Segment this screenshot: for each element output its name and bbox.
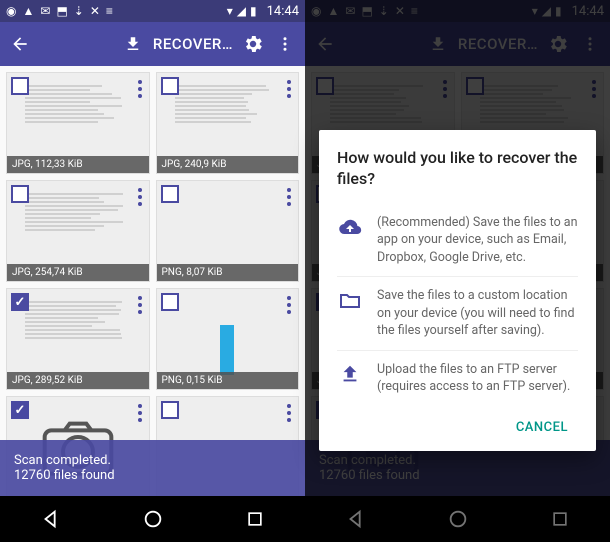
thumbnail-tile[interactable]: JPG, 254,74 KiB xyxy=(6,180,150,282)
notif-icon: ◉ xyxy=(6,4,16,18)
select-checkbox[interactable] xyxy=(11,185,29,203)
select-checkbox[interactable] xyxy=(161,401,179,419)
clock: 14:44 xyxy=(267,4,299,19)
tile-overflow-icon[interactable] xyxy=(135,293,145,317)
nav-home-button[interactable] xyxy=(142,508,164,530)
option-text: Save the files to a custom location on y… xyxy=(377,287,578,340)
select-checkbox[interactable] xyxy=(161,77,179,95)
screen-dialog: ◉ ▲ ✉ ⬒ ⇣ ✕ ≡ ▾ ◢ ▮ 14:44 RECOVER… JPG, … xyxy=(305,0,610,542)
nav-bar xyxy=(0,496,305,542)
file-info-label: JPG, 289,52 KiB xyxy=(7,372,149,389)
recover-dialog: How would you like to recover the files?… xyxy=(319,130,596,451)
thumbnail-tile[interactable]: JPG, 112,33 KiB xyxy=(6,72,150,174)
file-info-label: PNG, 0,15 KiB xyxy=(157,372,299,389)
cancel-button[interactable]: CANCEL xyxy=(506,412,578,443)
option-save-custom[interactable]: Save the files to a custom location on y… xyxy=(337,276,578,350)
wifi-icon: ▾ xyxy=(227,4,233,18)
select-checkbox[interactable] xyxy=(161,293,179,311)
thumbnail-tile[interactable]: PNG, 8,07 KiB xyxy=(156,180,300,282)
tile-overflow-icon[interactable] xyxy=(135,401,145,425)
thumbnail-grid: JPG, 112,33 KiB JPG, 240,9 KiB JPG, 254,74… xyxy=(0,66,305,496)
status-bar: ◉ ▲ ✉ ⬒ ⇣ ✕ ≡ ▾ ◢ ▮ 14:44 xyxy=(0,0,305,22)
recover-button-label[interactable]: RECOVER… xyxy=(153,35,233,53)
tile-overflow-icon[interactable] xyxy=(135,77,145,101)
scan-status-line2: 12760 files found xyxy=(14,468,291,483)
option-save-to-app[interactable]: (Recommended) Save the files to an app o… xyxy=(337,204,578,277)
select-checkbox[interactable] xyxy=(11,77,29,95)
status-footer: Scan completed. 12760 files found xyxy=(0,440,305,496)
select-checkbox[interactable] xyxy=(161,185,179,203)
scan-status-line1: Scan completed. xyxy=(14,453,291,468)
file-info-label: JPG, 254,74 KiB xyxy=(7,264,149,281)
settings-button[interactable] xyxy=(241,32,265,56)
notif-icon: ✕ xyxy=(90,4,100,18)
upload-icon xyxy=(337,361,363,396)
tile-overflow-icon[interactable] xyxy=(284,293,294,317)
overflow-menu-button[interactable] xyxy=(273,32,297,56)
dialog-title: How would you like to recover the files? xyxy=(337,148,578,190)
signal-icon: ◢ xyxy=(237,4,246,18)
nav-recent-button[interactable] xyxy=(245,509,265,529)
notif-icon: ✉ xyxy=(40,4,50,18)
tile-overflow-icon[interactable] xyxy=(284,185,294,209)
folder-icon xyxy=(337,287,363,340)
back-button[interactable] xyxy=(8,32,32,56)
notif-icon: ⇣ xyxy=(74,4,84,18)
select-checkbox[interactable] xyxy=(11,401,29,419)
thumbnail-tile[interactable]: JPG, 240,9 KiB xyxy=(156,72,300,174)
select-checkbox[interactable] xyxy=(11,293,29,311)
file-info-label: JPG, 112,33 KiB xyxy=(7,156,149,173)
option-upload-ftp[interactable]: Upload the files to an FTP server (requi… xyxy=(337,350,578,406)
tile-overflow-icon[interactable] xyxy=(135,185,145,209)
tile-overflow-icon[interactable] xyxy=(284,401,294,425)
file-info-label: JPG, 240,9 KiB xyxy=(157,156,299,173)
app-bar: RECOVER… xyxy=(0,22,305,66)
thumbnail-tile[interactable]: JPG, 289,52 KiB xyxy=(6,288,150,390)
screen-grid: ◉ ▲ ✉ ⬒ ⇣ ✕ ≡ ▾ ◢ ▮ 14:44 RECOVER… xyxy=(0,0,305,542)
download-icon[interactable] xyxy=(121,32,145,56)
thumbnail-tile[interactable]: PNG, 0,15 KiB xyxy=(156,288,300,390)
option-text: (Recommended) Save the files to an app o… xyxy=(377,214,578,267)
battery-icon: ▮ xyxy=(250,4,257,18)
option-text: Upload the files to an FTP server (requi… xyxy=(377,361,578,396)
tile-overflow-icon[interactable] xyxy=(284,77,294,101)
file-info-label: PNG, 8,07 KiB xyxy=(157,264,299,281)
nav-back-button[interactable] xyxy=(40,508,62,530)
notif-icon: ▲ xyxy=(22,4,34,18)
notif-icon: ≡ xyxy=(106,4,113,18)
cloud-upload-icon xyxy=(337,214,363,267)
notif-icon: ⬒ xyxy=(56,4,67,18)
